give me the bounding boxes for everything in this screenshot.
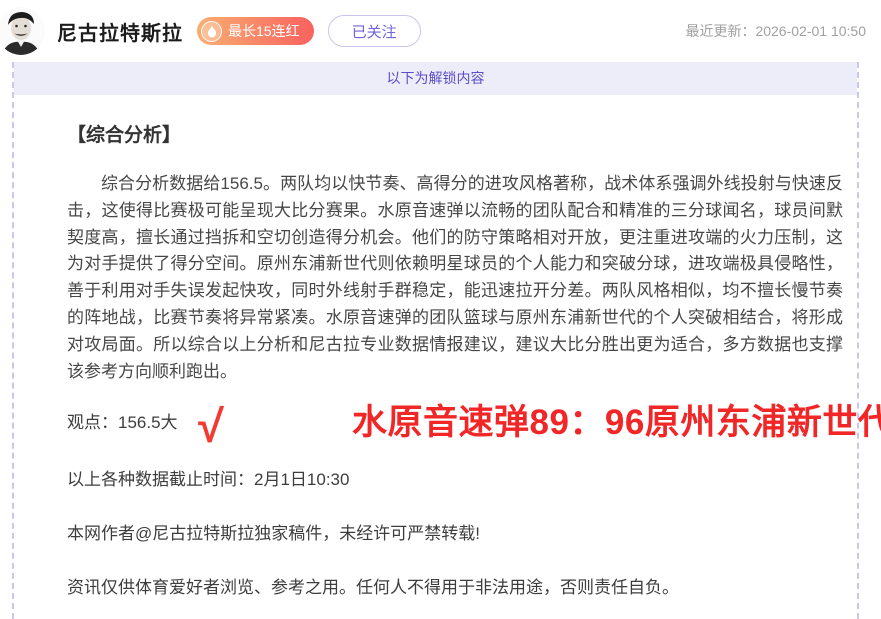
unlocked-content-box: 以下为解锁内容 【综合分析】 综合分析数据给156.5。两队均以快节奏、高得分的… <box>12 62 859 619</box>
flame-icon <box>201 21 222 42</box>
article-body: 【综合分析】 综合分析数据给156.5。两队均以快节奏、高得分的进攻风格著称，战… <box>14 95 857 601</box>
disclaimer: 资讯仅供体育爱好者浏览、参考之用。任何人不得用于非法用途，否则责任自负。 <box>67 574 843 601</box>
section-heading: 【综合分析】 <box>67 123 843 149</box>
data-deadline: 以上各种数据截止时间：2月1日10:30 <box>67 466 843 493</box>
avatar[interactable] <box>0 7 45 55</box>
streak-badge: 最长15连红 <box>197 17 314 45</box>
unlock-banner: 以下为解锁内容 <box>14 62 857 95</box>
analysis-paragraph: 综合分析数据给156.5。两队均以快节奏、高得分的进攻风格著称，战术体系强调外线… <box>67 171 843 385</box>
last-updated: 最近更新：2026-02-01 10:50 <box>685 21 881 41</box>
author-name: 尼古拉特斯拉 <box>57 17 183 46</box>
score-overlay: 水原音速弹89：96原州东浦新世代 <box>352 394 881 445</box>
follow-button[interactable]: 已关注 <box>328 15 421 47</box>
streak-badge-label: 最长15连红 <box>228 21 300 41</box>
viewpoint-text: 观点：156.5大 <box>67 413 178 432</box>
tesla-portrait-icon <box>0 7 45 55</box>
copyright-notice: 本网作者@尼古拉特斯拉独家稿件，未经许可严禁转载! <box>67 520 843 547</box>
profile-header: 尼古拉特斯拉 最长15连红 已关注 最近更新：2026-02-01 10:50 <box>0 0 881 62</box>
checkmark-icon: √ <box>198 426 223 427</box>
article-page: 尼古拉特斯拉 最长15连红 已关注 最近更新：2026-02-01 10:50 … <box>0 0 881 619</box>
